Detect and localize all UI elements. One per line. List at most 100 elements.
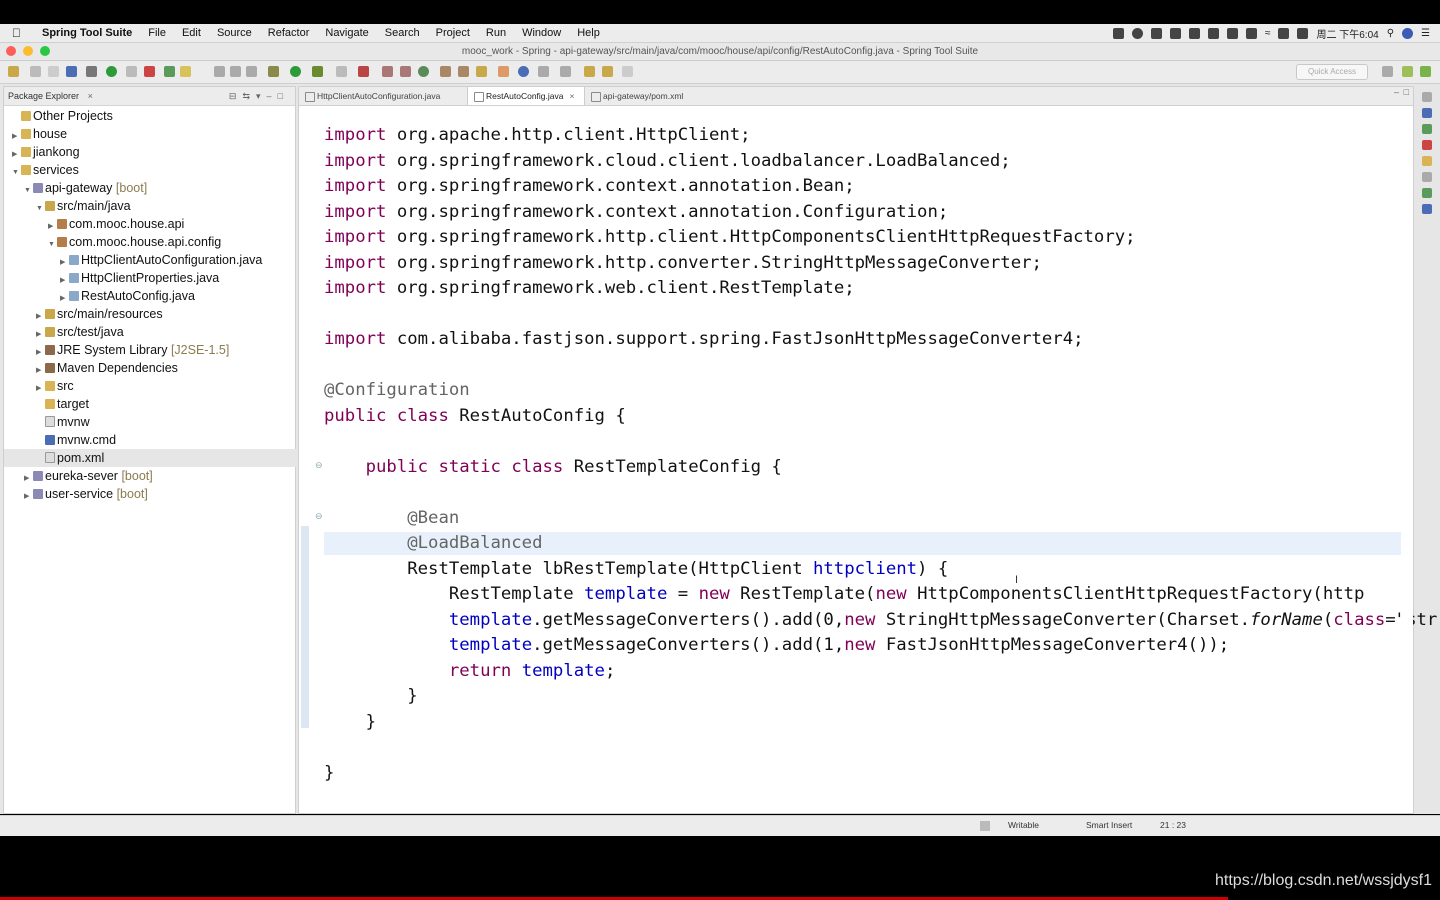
code-line[interactable]: @Configuration [324,378,470,403]
menu-source[interactable]: Source [217,27,252,39]
menu-refactor[interactable]: Refactor [268,27,310,39]
tree-item[interactable]: ▼ com.mooc.house.api.config [4,233,335,251]
last-edit-icon[interactable] [622,66,633,77]
tree-item[interactable]: ▶ src/main/resources [4,305,323,323]
toggle-mark-icon[interactable] [246,66,257,77]
external-tools-icon[interactable] [336,66,347,77]
input-method-icon[interactable] [1297,27,1309,39]
java-perspective-icon[interactable] [1420,66,1431,77]
tree-item[interactable]: ▶ jiankong [4,143,299,161]
save-all-icon[interactable] [48,66,59,77]
link-editor-icon[interactable]: ⇆ [242,91,256,101]
menu-window[interactable]: Window [522,27,561,39]
console-icon[interactable] [1422,188,1432,198]
close-tab-icon[interactable]: × [570,91,575,101]
tray-chat-icon[interactable] [1150,27,1162,39]
new-icon[interactable] [8,66,19,77]
wifi-icon[interactable]: ≈ [1265,28,1271,39]
tree-item[interactable]: mvnw [4,413,323,431]
tree-item[interactable]: ▼ src/main/java [4,197,323,215]
tab-httpclientautoconfiguration[interactable]: HttpClientAutoConfiguration.java [299,87,467,105]
deploy-icon[interactable] [358,66,369,77]
prev-annotation-icon[interactable] [560,66,571,77]
editor-minimize-icon[interactable]: – [1394,87,1399,97]
open-task-icon[interactable] [440,66,451,77]
zoom-window-icon[interactable] [40,46,50,56]
minimize-view-icon[interactable]: – [267,91,278,101]
code-line[interactable]: template.getMessageConverters().add(1,ne… [324,633,1229,658]
code-line[interactable]: @Bean [324,506,459,531]
menu-app-name[interactable]: Spring Tool Suite [42,27,132,39]
tree-item[interactable]: ▶ RestAutoConfig.java [4,287,347,305]
tree-item[interactable]: ▼ services [4,161,299,179]
tree-item[interactable]: ▶ HttpClientProperties.java [4,269,347,287]
globe-icon[interactable] [518,66,529,77]
tray-circle-icon[interactable] [1131,27,1143,39]
spring-perspective-icon[interactable] [1402,66,1413,77]
expand-icon[interactable]: ▶ [24,488,33,506]
apple-icon[interactable]:  [12,26,28,40]
code-line[interactable]: @LoadBalanced [324,531,542,556]
maximize-view-icon[interactable]: □ [278,91,289,101]
fold-toggle-icon[interactable]: ⊖ [315,460,323,471]
tree-item[interactable]: ▶ house [4,125,299,143]
debug-icon[interactable] [268,66,279,77]
run-icon[interactable] [290,66,301,77]
code-line[interactable]: import org.springframework.http.client.H… [324,225,1136,250]
code-line[interactable]: RestTemplate template = new RestTemplate… [324,582,1365,607]
fold-toggle-icon[interactable]: ⊖ [315,511,323,522]
highlight-icon[interactable] [180,66,191,77]
tray-bell-icon[interactable] [1169,27,1181,39]
menu-navigate[interactable]: Navigate [325,27,368,39]
menu-search[interactable]: Search [385,27,420,39]
tree-item[interactable]: ▶ user-service [boot] [4,485,311,503]
junit-icon[interactable] [1422,204,1432,214]
tray-send-icon[interactable] [1188,27,1200,39]
editor-maximize-icon[interactable]: □ [1404,87,1409,97]
code-line[interactable]: import com.alibaba.fastjson.support.spri… [324,327,1084,352]
restore-icon[interactable] [1422,92,1432,102]
new-class-icon[interactable] [418,66,429,77]
new-java-project-icon[interactable] [382,66,393,77]
view-menu-icon[interactable]: ▾ [256,91,267,101]
menu-file[interactable]: File [148,27,166,39]
tree-item[interactable]: ▶ Maven Dependencies [4,359,323,377]
tray-app-icon[interactable] [1112,27,1124,39]
tree-item[interactable]: ▶ JRE System Library [J2SE-1.5] [4,341,323,359]
tree-item[interactable]: ▶ com.mooc.house.api [4,215,335,233]
code-line[interactable]: RestTemplate lbRestTemplate(HttpClient h… [324,557,948,582]
menu-project[interactable]: Project [436,27,470,39]
tray-clipboard-icon[interactable] [1207,27,1219,39]
spring-explorer-icon[interactable] [1422,140,1432,150]
code-line[interactable]: return template; [324,659,615,684]
close-window-icon[interactable] [6,46,16,56]
tab-pom-xml[interactable]: api-gateway/pom.xml [585,87,723,105]
siri-icon[interactable] [1402,27,1414,39]
search-tool-icon[interactable] [476,66,487,77]
back-icon[interactable] [584,66,595,77]
code-line[interactable]: public static class RestTemplateConfig { [324,455,782,480]
open-type-icon[interactable] [164,66,175,77]
code-line[interactable]: import org.springframework.http.converte… [324,251,1042,276]
notification-center-icon[interactable]: ☰ [1421,28,1430,39]
coverage-icon[interactable] [312,66,323,77]
new-file-icon[interactable] [126,66,137,77]
code-line[interactable]: import org.springframework.context.annot… [324,174,855,199]
tray-cloud-icon[interactable] [1226,27,1238,39]
code-line[interactable]: import org.apache.http.client.HttpClient… [324,123,751,148]
tree-item-selected[interactable]: pom.xml [4,449,323,467]
package-explorer-close-icon[interactable]: × [88,91,93,101]
tree-item[interactable]: ▼ api-gateway [boot] [4,179,311,197]
tree-item[interactable]: ▶ eureka-sever [boot] [4,467,311,485]
code-line[interactable]: template.getMessageConverters().add(0,ne… [324,608,1440,633]
code-line[interactable]: import org.springframework.cloud.client.… [324,149,1011,174]
restore-icon[interactable] [1422,172,1432,182]
minimize-window-icon[interactable] [23,46,33,56]
open-perspective-icon[interactable] [1382,66,1393,77]
code-line[interactable]: } [324,761,334,786]
code-line[interactable]: public class RestAutoConfig { [324,404,626,429]
collapse-all-icon[interactable]: ⊟ [229,91,243,101]
code-line[interactable]: } [324,684,417,709]
skip-breakpoints-icon[interactable] [86,66,97,77]
code-line[interactable]: import org.springframework.context.annot… [324,200,948,225]
